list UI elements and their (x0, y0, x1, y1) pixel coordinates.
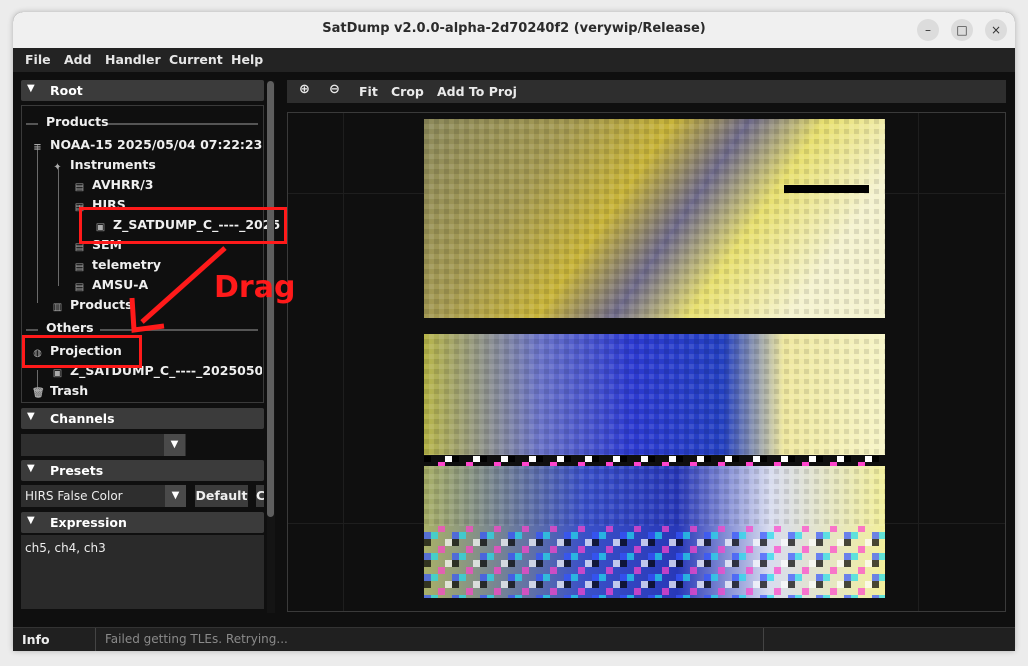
root-header[interactable]: ▼ Root (21, 80, 264, 101)
default-button[interactable]: Default (195, 485, 248, 507)
channels-header[interactable]: ▼ Channels (21, 408, 264, 429)
presets-header-label: Presets (50, 463, 104, 478)
collapse-icon: ▼ (27, 515, 35, 526)
separator-line (26, 329, 38, 331)
menu-handler[interactable]: Handler (105, 52, 161, 67)
image-icon: ▣ (52, 368, 63, 379)
grid-line (918, 113, 919, 611)
file-icon: ▤ (74, 262, 85, 273)
annotation-box-source (79, 207, 287, 244)
tree-item-label: Instruments (70, 157, 156, 172)
minimize-button[interactable]: – (917, 19, 939, 41)
tree-item-label: Trash (50, 383, 89, 398)
status-message: Failed getting TLEs. Retrying... (105, 632, 288, 646)
file-icon: ▤ (74, 282, 85, 293)
expression-header-label: Expression (50, 515, 127, 530)
tree-item-label: AVHRR/3 (92, 177, 154, 192)
expression-header[interactable]: ▼ Expression (21, 512, 264, 533)
viewer-toolbar: ⊕ ⊖ Fit Crop Add To Proj (287, 80, 1006, 103)
image-viewer[interactable] (287, 112, 1006, 612)
fit-button[interactable]: Fit (359, 84, 378, 99)
menu-file[interactable]: File (25, 52, 51, 67)
tree-item-trash[interactable]: 🗑 Trash (32, 381, 88, 401)
menu-add[interactable]: Add (64, 52, 92, 67)
collapse-icon: ▼ (27, 463, 35, 474)
window-title: SatDump v2.0.0-alpha-2d70240f2 (verywip/… (322, 21, 706, 36)
menu-help[interactable]: Help (231, 52, 263, 67)
chart-icon: ▥ (52, 302, 63, 313)
grid-line (343, 113, 344, 611)
satellite-icon: ✦ (53, 162, 62, 173)
dropdown-arrow-icon[interactable]: ▼ (165, 485, 186, 507)
presets-selected-value: HIRS False Color (25, 489, 123, 503)
status-bar: Info Failed getting TLEs. Retrying... (13, 627, 1015, 651)
extra-button[interactable]: C (256, 485, 264, 507)
presets-header[interactable]: ▼ Presets (21, 460, 264, 481)
hirs-image (424, 119, 885, 598)
collapse-icon: ▼ (27, 411, 35, 422)
crop-button[interactable]: Crop (391, 84, 424, 99)
add-to-proj-button[interactable]: Add To Proj (437, 84, 517, 99)
tree-line (58, 165, 59, 286)
database-icon: ≡ (33, 142, 42, 153)
tree-item-instruments[interactable]: ✦ Instruments (52, 155, 156, 175)
file-icon: ▤ (74, 182, 85, 193)
separator-line (108, 123, 258, 125)
presets-select[interactable]: HIRS False Color ▼ (21, 485, 186, 507)
tree-item-label: NOAA-15 2025/05/04 07:22:23 (50, 137, 263, 152)
status-label: Info (22, 632, 50, 647)
status-divider (763, 628, 764, 651)
root-header-label: Root (50, 83, 83, 98)
status-divider (95, 628, 96, 651)
zoom-in-icon[interactable]: ⊕ (299, 82, 310, 97)
expression-input[interactable]: ch5, ch4, ch3 (21, 535, 264, 609)
tree-line (37, 145, 38, 303)
menu-current[interactable]: Current (169, 52, 223, 67)
trash-icon: 🗑 (32, 388, 45, 399)
channels-select[interactable]: ▼ (21, 434, 186, 456)
maximize-button[interactable]: □ (951, 19, 973, 41)
channels-header-label: Channels (50, 411, 115, 426)
title-bar: SatDump v2.0.0-alpha-2d70240f2 (verywip/… (13, 12, 1015, 48)
collapse-icon: ▼ (27, 83, 35, 94)
tree-item-dataset[interactable]: ≡ NOAA-15 2025/05/04 07:22:23 (32, 135, 262, 155)
menu-bar: File Add Handler Current Help (13, 48, 1015, 72)
zoom-out-icon[interactable]: ⊖ (329, 82, 340, 97)
drag-annotation-label: Drag (214, 270, 296, 305)
close-button[interactable]: × (985, 19, 1007, 41)
separator-line (26, 123, 38, 125)
products-separator-label: Products (46, 114, 109, 129)
dropdown-arrow-icon[interactable]: ▼ (164, 434, 185, 456)
tree-item-avhrr[interactable]: ▤ AVHRR/3 (74, 175, 154, 195)
